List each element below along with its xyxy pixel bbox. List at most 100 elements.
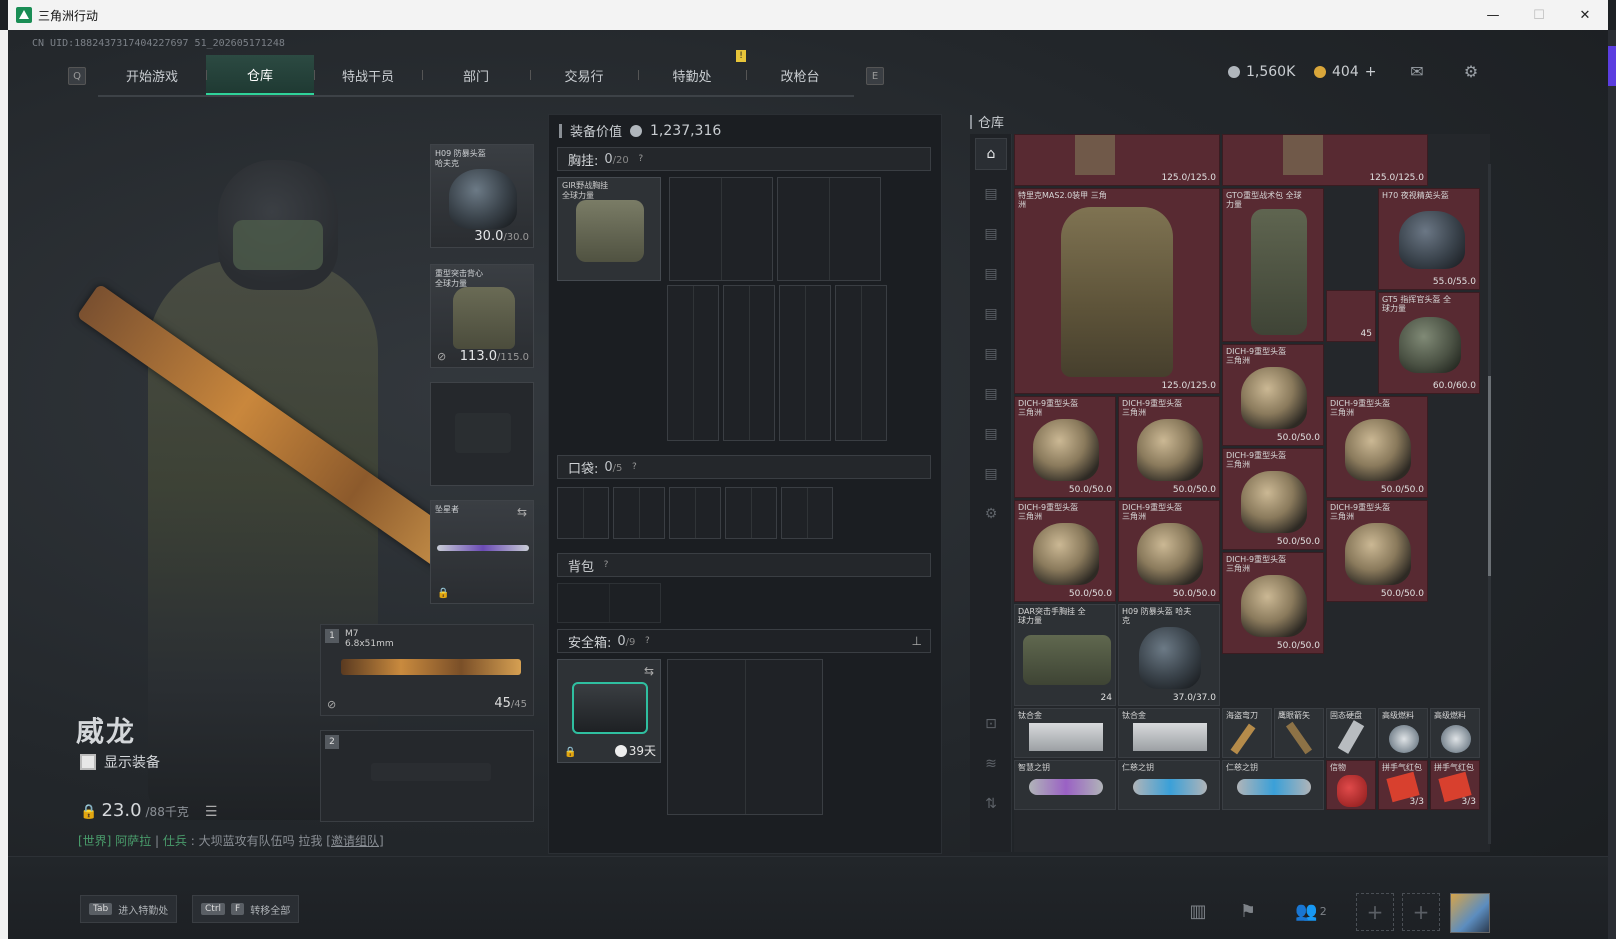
safebox-grid[interactable]: [667, 659, 823, 815]
pocket-cell[interactable]: [669, 487, 721, 539]
warehouse-item[interactable]: 125.0/125.0: [1014, 134, 1220, 186]
safebox-help-icon[interactable]: ?: [641, 635, 653, 647]
warehouse-item[interactable]: DICH-9重型头盔 三角洲 50.0/50.0: [1222, 552, 1324, 654]
warehouse-scrollbar-thumb[interactable]: [1488, 376, 1491, 576]
rig-grid-cell[interactable]: [779, 285, 831, 441]
tab-department[interactable]: 部门: [422, 55, 530, 95]
warehouse-item[interactable]: 拼手气红包 3/3: [1378, 760, 1428, 810]
swap-icon[interactable]: ⇆: [644, 664, 654, 678]
warehouse-item[interactable]: GTO重型战术包 全球力量: [1222, 188, 1324, 342]
warehouse-item[interactable]: DICH-9重型头盔 三角洲 50.0/50.0: [1222, 344, 1324, 446]
helmet-slot[interactable]: H09 防暴头盔 哈夫克 30.0/30.0: [430, 144, 534, 248]
rig-grid-cell[interactable]: [723, 285, 775, 441]
settings-gear-icon[interactable]: ⚙: [1460, 62, 1482, 81]
tab-start-game[interactable]: 开始游戏: [98, 55, 206, 95]
chat-invite-link[interactable]: [邀请组队]: [326, 834, 383, 848]
warehouse-item[interactable]: 仁慈之钥: [1118, 760, 1220, 810]
sort-icon[interactable]: ⊡: [975, 708, 1007, 740]
stats-chart-icon[interactable]: ▥: [1180, 893, 1216, 929]
mail-icon[interactable]: ✉: [1406, 62, 1428, 81]
warehouse-item[interactable]: DICH-9重型头盔 三角洲 50.0/50.0: [1014, 500, 1116, 602]
warehouse-tab-6-icon[interactable]: ▤: [975, 378, 1007, 410]
warehouse-item[interactable]: 特里克MAS2.0装甲 三角洲 125.0/125.0: [1014, 188, 1220, 394]
chat-sender[interactable]: 阿萨拉: [115, 834, 151, 848]
warehouse-item[interactable]: GT5 指挥官头盔 全球力量 60.0/60.0: [1378, 292, 1480, 394]
warehouse-item[interactable]: DICH-9重型头盔 三角洲 50.0/50.0: [1326, 500, 1428, 602]
invite-slot-2[interactable]: +: [1402, 893, 1440, 931]
rig-item[interactable]: GIR野战胸挂 全球力量: [557, 177, 661, 281]
rig-grid-cell[interactable]: [669, 177, 773, 281]
warehouse-settings-icon[interactable]: ⚙: [975, 498, 1007, 530]
warehouse-item[interactable]: 高级燃料: [1378, 708, 1428, 758]
warehouse-item[interactable]: 钛合金: [1118, 708, 1220, 758]
warehouse-item[interactable]: 45: [1326, 290, 1376, 342]
show-gear-toggle[interactable]: 显示装备: [80, 752, 160, 772]
tab-operators[interactable]: 特战干员: [314, 55, 422, 95]
tab-trade[interactable]: 交易行: [530, 55, 638, 95]
warehouse-item[interactable]: 固态硬盘: [1326, 708, 1376, 758]
show-gear-checkbox[interactable]: [80, 754, 96, 770]
rig-grid-cell[interactable]: [667, 285, 719, 441]
warehouse-item[interactable]: DAR突击手胸挂 全球力量 24: [1014, 604, 1116, 706]
warehouse-item[interactable]: 鹰眼箭矢: [1274, 708, 1324, 758]
warehouse-item[interactable]: 海盗弯刀: [1222, 708, 1272, 758]
warehouse-tab-8-icon[interactable]: ▤: [975, 458, 1007, 490]
secondary-weapon-slot[interactable]: 2: [320, 730, 534, 822]
rig-grid-cell[interactable]: [835, 285, 887, 441]
nav-next-key[interactable]: E: [866, 67, 884, 85]
layers-icon[interactable]: ≋: [975, 748, 1007, 780]
pocket-cell[interactable]: [781, 487, 833, 539]
swap-icon[interactable]: ⇆: [517, 505, 527, 519]
safebox-item[interactable]: ⇆ 🔒 39天: [557, 659, 661, 763]
flag-icon[interactable]: ⚑: [1230, 893, 1266, 929]
warehouse-tab-5-icon[interactable]: ▤: [975, 338, 1007, 370]
pocket-cell[interactable]: [557, 487, 609, 539]
invite-slot-1[interactable]: +: [1356, 893, 1394, 931]
warehouse-tab-1-icon[interactable]: ▤: [975, 178, 1007, 210]
warehouse-all-icon[interactable]: ⌂: [975, 138, 1007, 170]
notice-badge[interactable]: !: [736, 50, 746, 62]
backpack-slot[interactable]: [557, 583, 661, 623]
warehouse-item[interactable]: 125.0/125.0: [1222, 134, 1428, 186]
warehouse-item[interactable]: H70 夜视精英头盔 55.0/55.0: [1378, 188, 1480, 290]
coin-balance[interactable]: 1,560K: [1228, 64, 1295, 80]
tab-warehouse[interactable]: 仓库: [206, 55, 314, 95]
warehouse-item[interactable]: DICH-9重型头盔 三角洲 50.0/50.0: [1222, 448, 1324, 550]
melee-slot[interactable]: 坠星者 ⇆ 🔒: [430, 500, 534, 604]
warehouse-item[interactable]: DICH-9重型头盔 三角洲 50.0/50.0: [1014, 396, 1116, 498]
player-avatar[interactable]: [1450, 893, 1490, 933]
warehouse-item[interactable]: 智慧之钥: [1014, 760, 1116, 810]
warehouse-item[interactable]: 高级燃料: [1430, 708, 1480, 758]
warehouse-item[interactable]: 信物: [1326, 760, 1376, 810]
backpack-help-icon[interactable]: ?: [600, 559, 612, 571]
premium-balance[interactable]: 404 +: [1314, 64, 1376, 80]
armor-slot[interactable]: 重型突击背心 全球力量 ⊘ 113.0/115.0: [430, 264, 534, 368]
warehouse-tab-4-icon[interactable]: ▤: [975, 298, 1007, 330]
close-button[interactable]: ✕: [1562, 0, 1608, 30]
transfer-all-button[interactable]: Ctrl F 转移全部: [192, 895, 300, 923]
warehouse-item[interactable]: 仁慈之钥: [1222, 760, 1324, 810]
maximize-button[interactable]: ☐: [1516, 0, 1562, 30]
warehouse-item[interactable]: H09 防暴头盔 哈夫克 37.0/37.0: [1118, 604, 1220, 706]
tab-gunsmith[interactable]: 改枪台: [746, 55, 854, 95]
pocket-cell[interactable]: [725, 487, 777, 539]
warehouse-item[interactable]: DICH-9重型头盔 三角洲 50.0/50.0: [1118, 396, 1220, 498]
rig-grid-cell[interactable]: [777, 177, 881, 281]
primary-weapon-slot[interactable]: 1 M7 6.8x51mm ⊘ 45/45: [320, 624, 534, 716]
warehouse-item[interactable]: 拼手气红包 3/3: [1430, 760, 1480, 810]
warehouse-tab-2-icon[interactable]: ▤: [975, 218, 1007, 250]
warehouse-item[interactable]: DICH-9重型头盔 三角洲 50.0/50.0: [1118, 500, 1220, 602]
list-icon[interactable]: ☰: [205, 804, 218, 820]
pocket-cell[interactable]: [613, 487, 665, 539]
rig-help-icon[interactable]: ?: [635, 153, 647, 165]
pocket-help-icon[interactable]: ?: [628, 461, 640, 473]
pin-icon[interactable]: ⊥: [912, 634, 922, 648]
pistol-slot[interactable]: [430, 382, 534, 486]
transfer-icon[interactable]: ⇅: [975, 788, 1007, 820]
minimize-button[interactable]: —: [1470, 0, 1516, 30]
nav-prev-key[interactable]: Q: [68, 67, 86, 85]
warehouse-item[interactable]: DICH-9重型头盔 三角洲 50.0/50.0: [1326, 396, 1428, 498]
add-premium-button[interactable]: +: [1365, 64, 1377, 80]
warehouse-tab-7-icon[interactable]: ▤: [975, 418, 1007, 450]
warehouse-item[interactable]: 钛合金: [1014, 708, 1116, 758]
